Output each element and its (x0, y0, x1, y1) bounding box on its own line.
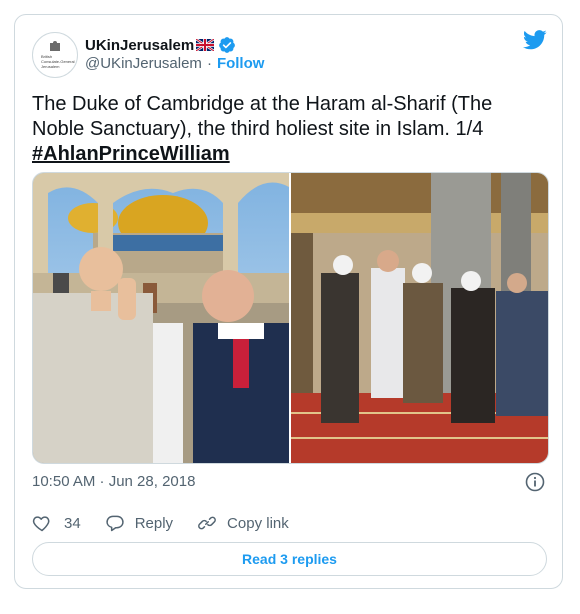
info-icon[interactable] (525, 472, 545, 492)
twitter-bird-icon[interactable] (523, 30, 547, 50)
like-count: 34 (64, 514, 81, 532)
tweet-card[interactable]: British Consulate-General Jerusalem UKin… (14, 14, 563, 589)
tweet-timestamp[interactable]: 10:50 AM · Jun 28, 2018 (32, 473, 195, 490)
hashtag-link[interactable]: #AhlanPrinceWilliam (32, 143, 230, 165)
link-icon (198, 516, 216, 530)
like-button[interactable]: 34 (32, 513, 81, 533)
photo-duke-dome[interactable] (33, 173, 289, 463)
author-handle[interactable]: @UKinJerusalem (85, 55, 202, 72)
follow-button[interactable]: Follow (217, 55, 265, 72)
verified-badge-icon (219, 37, 236, 53)
separator-dot: · (206, 55, 212, 72)
avatar[interactable]: British Consulate-General Jerusalem (32, 32, 78, 78)
reply-bubble-icon (106, 515, 124, 532)
copy-link-label: Copy link (227, 514, 289, 532)
tweet-text: The Duke of Cambridge at the Haram al-Sh… (32, 93, 493, 140)
tweet-text-block: The Duke of Cambridge at the Haram al-Sh… (32, 92, 547, 167)
avatar-text-3: Jerusalem (41, 64, 60, 69)
copy-link-button[interactable]: Copy link (197, 513, 289, 533)
uk-flag-icon (196, 39, 215, 51)
crest-icon (50, 41, 60, 51)
read-replies-button[interactable]: Read 3 replies (32, 542, 547, 576)
photo-duke-interior[interactable] (291, 173, 548, 463)
reply-label: Reply (134, 514, 174, 532)
media-grid[interactable] (32, 172, 549, 464)
reply-button[interactable]: Reply (105, 513, 173, 533)
heart-icon (32, 516, 50, 532)
author-display-name[interactable]: UKinJerusalem (85, 37, 194, 54)
